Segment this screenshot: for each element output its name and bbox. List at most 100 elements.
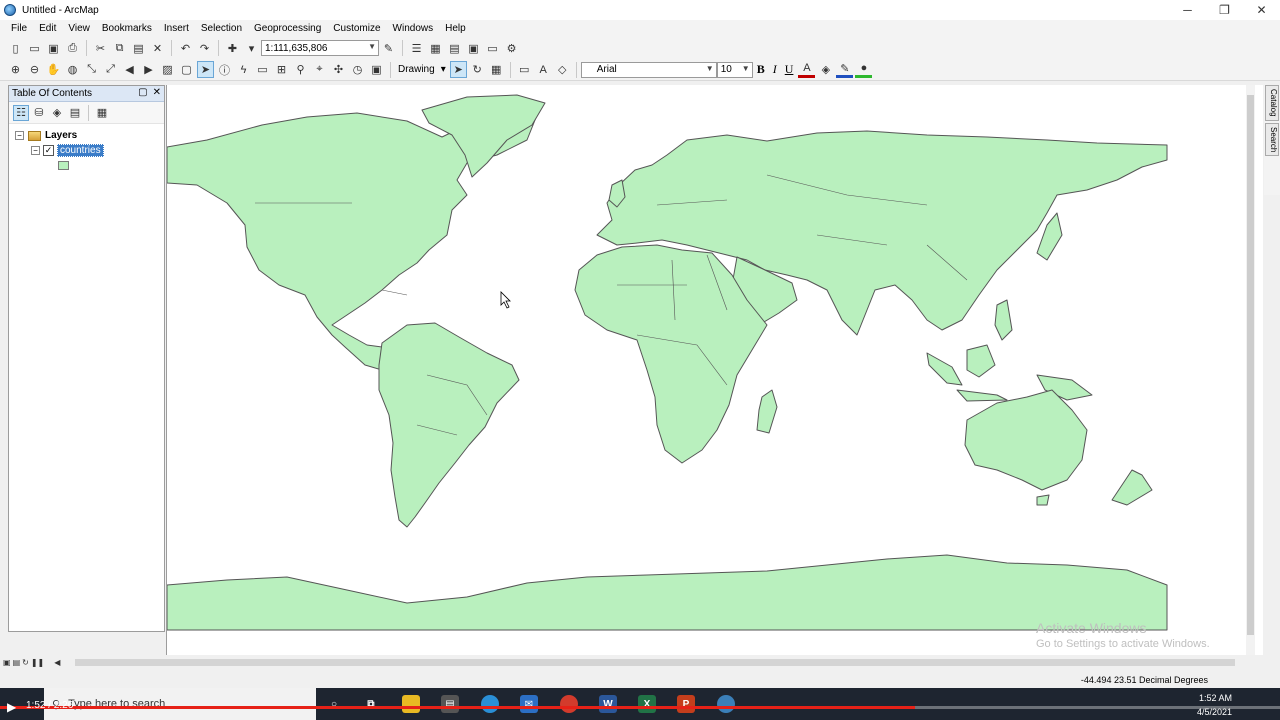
edit-vertices-icon[interactable]: ◇ [554, 61, 571, 78]
minimize-button[interactable]: ─ [1169, 0, 1206, 20]
layer-name-countries[interactable]: countries [57, 144, 104, 157]
redo-icon[interactable]: ↷ [196, 40, 213, 57]
add-data-icon[interactable]: ✚ [224, 40, 241, 57]
drawing-menu[interactable]: Drawing [398, 64, 435, 75]
python-window-icon[interactable]: ▭ [484, 40, 501, 57]
rectangle-icon[interactable]: ▭ [516, 61, 533, 78]
back-arrow-icon[interactable]: ◀ [121, 61, 138, 78]
fixed-zoom-in-icon[interactable]: ⤡ [83, 61, 100, 78]
model-builder-icon[interactable]: ⚙ [503, 40, 520, 57]
italic-button[interactable]: I [773, 62, 777, 77]
arctoolbox-icon[interactable]: ▣ [465, 40, 482, 57]
map-scale-combo[interactable]: 1:111,635,806 ▼ [261, 40, 379, 56]
search-window-icon[interactable]: ▤ [446, 40, 463, 57]
layer-visibility-checkbox[interactable]: ✓ [43, 145, 54, 156]
marker-color-icon[interactable]: ● [855, 61, 873, 78]
tree-row-symbol[interactable] [9, 158, 164, 173]
fixed-zoom-out-icon[interactable]: ⤢ [102, 61, 119, 78]
menu-edit[interactable]: Edit [33, 23, 62, 34]
delete-icon[interactable]: ✕ [149, 40, 166, 57]
font-color-icon[interactable]: A [798, 61, 816, 78]
vertical-scroll-thumb[interactable] [1247, 95, 1254, 635]
refresh-icon[interactable]: ↻ [22, 658, 29, 667]
go-to-xy-icon[interactable]: ✣ [330, 61, 347, 78]
select-elements-arrow-icon[interactable]: ➤ [197, 61, 214, 78]
bold-button[interactable]: B [757, 62, 765, 77]
zoom-out-icon[interactable]: ⊖ [26, 61, 43, 78]
map-display[interactable] [166, 85, 1263, 655]
auto-hide-icon[interactable]: ▢ [138, 87, 147, 98]
list-by-source-icon[interactable]: ⛁ [31, 105, 47, 121]
viewer-window-icon[interactable]: ▣ [368, 61, 385, 78]
cut-icon[interactable]: ✂ [92, 40, 109, 57]
chevron-down-icon[interactable]: ▾ [243, 40, 260, 57]
undo-icon[interactable]: ↶ [177, 40, 194, 57]
html-popup-icon[interactable]: ▭ [254, 61, 271, 78]
find-binoculars-icon[interactable]: ⚲ [292, 61, 309, 78]
copy-icon[interactable]: ⧉ [111, 40, 128, 57]
identify-icon[interactable]: ⓘ [216, 61, 233, 78]
forward-arrow-icon[interactable]: ▶ [140, 61, 157, 78]
catalog-tab[interactable]: Catalog [1265, 85, 1279, 121]
clear-selection-icon[interactable]: ▢ [178, 61, 195, 78]
list-by-drawing-order-icon[interactable]: ☷ [13, 104, 29, 121]
font-size-combo[interactable]: 10 ▼ [716, 61, 753, 78]
list-by-selection-icon[interactable]: ▤ [67, 105, 83, 121]
list-by-visibility-icon[interactable]: ◈ [49, 105, 65, 121]
select-elements-icon[interactable]: ➤ [449, 61, 467, 78]
table-of-contents-icon[interactable]: ☰ [408, 40, 425, 57]
video-progress-bar[interactable] [0, 706, 1280, 709]
menu-bookmarks[interactable]: Bookmarks [96, 23, 158, 34]
catalog-window-icon[interactable]: ▦ [427, 40, 444, 57]
scroll-left-icon[interactable]: ◀ [54, 658, 60, 667]
menu-file[interactable]: File [5, 23, 33, 34]
layer-symbol-swatch[interactable] [58, 161, 69, 170]
layers-label[interactable]: Layers [45, 130, 77, 141]
save-icon[interactable]: ▣ [45, 40, 62, 57]
select-features-icon[interactable]: ▨ [159, 61, 176, 78]
layout-view-icon[interactable]: ▤ [13, 658, 21, 667]
menu-view[interactable]: View [62, 23, 96, 34]
menu-windows[interactable]: Windows [387, 23, 440, 34]
pause-drawing-icon[interactable]: ❚❚ [31, 658, 44, 667]
tree-row-countries[interactable]: − ✓ countries [9, 143, 164, 158]
paste-icon[interactable]: ▤ [130, 40, 147, 57]
new-document-icon[interactable]: ▯ [7, 40, 24, 57]
collapse-icon[interactable]: − [31, 146, 40, 155]
fill-color-icon[interactable]: ◈ [817, 61, 834, 78]
close-icon[interactable]: ✕ [153, 87, 161, 98]
new-text-icon[interactable]: A [535, 61, 552, 78]
chevron-down-icon[interactable]: ▾ [441, 64, 446, 75]
font-name-combo[interactable]: Arial ▼ [580, 61, 717, 78]
search-tab[interactable]: Search [1265, 122, 1279, 156]
open-folder-icon[interactable]: ▭ [26, 40, 43, 57]
horizontal-scroll-track[interactable] [75, 659, 1235, 666]
zoom-in-icon[interactable]: ⊕ [7, 61, 24, 78]
play-icon[interactable]: ▶ [7, 700, 16, 714]
close-button[interactable]: ✕ [1243, 0, 1280, 20]
options-icon[interactable]: ▦ [94, 105, 110, 121]
time-slider-icon[interactable]: ◷ [349, 61, 366, 78]
tree-row-layers[interactable]: − Layers [9, 128, 164, 143]
editor-toolbar-icon[interactable]: ✎ [380, 40, 397, 57]
line-color-icon[interactable]: ✎ [836, 61, 854, 78]
hyperlink-icon[interactable]: ϟ [235, 61, 252, 78]
measure-icon[interactable]: ⊞ [273, 61, 290, 78]
rotate-icon[interactable]: ↻ [469, 61, 486, 78]
menu-geoprocessing[interactable]: Geoprocessing [248, 23, 327, 34]
vertical-scrollbar[interactable] [1246, 85, 1255, 655]
menu-help[interactable]: Help [439, 23, 472, 34]
underline-button[interactable]: U [785, 62, 794, 77]
zoom-to-elements-icon[interactable]: ▦ [488, 61, 505, 78]
data-view-icon[interactable]: ▣ [3, 658, 11, 667]
pan-hand-icon[interactable]: ✋ [45, 61, 62, 78]
full-extent-globe-icon[interactable]: ◍ [64, 61, 81, 78]
menu-insert[interactable]: Insert [158, 23, 195, 34]
menu-customize[interactable]: Customize [327, 23, 386, 34]
collapse-icon[interactable]: − [15, 131, 24, 140]
print-icon[interactable]: ⎙ [64, 40, 81, 57]
maximize-button[interactable]: ❐ [1206, 0, 1243, 20]
menu-selection[interactable]: Selection [195, 23, 248, 34]
world-map[interactable] [166, 85, 1253, 655]
find-route-icon[interactable]: ⌖ [311, 61, 328, 78]
